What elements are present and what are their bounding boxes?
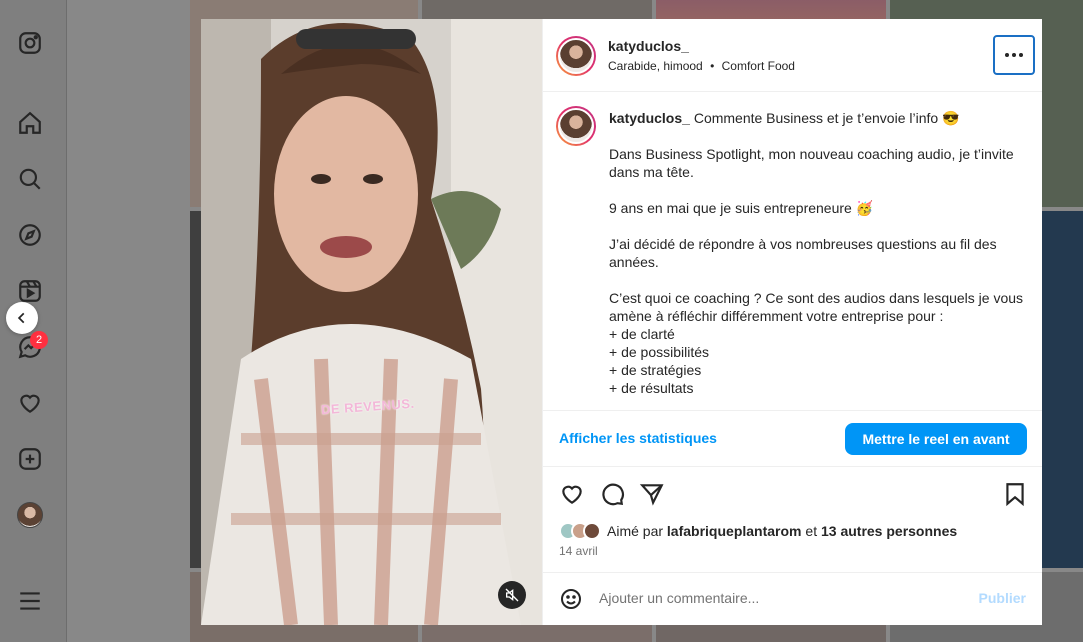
muted-speaker-icon [505, 588, 519, 602]
create-icon[interactable] [16, 445, 44, 473]
caption-author-avatar[interactable] [556, 106, 596, 146]
liked-and: et [805, 523, 818, 539]
instagram-logo-icon[interactable] [16, 29, 44, 57]
explore-icon[interactable] [16, 221, 44, 249]
message-count-badge: 2 [30, 331, 48, 349]
post-header: katyduclos_ Carabide, himood • Comfort F… [543, 19, 1042, 92]
post-date[interactable]: 14 avril [559, 544, 598, 558]
search-icon[interactable] [16, 165, 44, 193]
liked-prefix: Aimé par [607, 523, 664, 539]
post-details-panel: katyduclos_ Carabide, himood • Comfort F… [542, 19, 1042, 625]
heart-icon[interactable] [16, 389, 44, 417]
post-modal: DE REVENUS. katyduclos_ Carabide, himood… [201, 19, 1042, 625]
caption-username[interactable]: katyduclos_ [609, 110, 690, 126]
comment-icon[interactable] [599, 481, 625, 507]
caption-paragraph: C’est quoi ce coaching ? Ce sont des aud… [609, 290, 1024, 324]
previous-post-button[interactable] [6, 302, 38, 334]
liked-user[interactable]: lafabriqueplantarom [667, 523, 802, 539]
caption-bullet: + de stratégies [609, 362, 702, 378]
menu-icon[interactable] [16, 587, 44, 615]
liked-others[interactable]: 13 autres personnes [821, 523, 957, 539]
profile-avatar[interactable] [17, 502, 43, 528]
caption-paragraph: 9 ans en mai que je suis entrepreneure 🥳 [609, 200, 874, 216]
audio-track[interactable]: Comfort Food [722, 59, 795, 73]
publish-button[interactable]: Publier [979, 590, 1026, 606]
like-heart-icon[interactable] [559, 481, 585, 507]
chevron-left-icon [17, 312, 25, 324]
liker-avatar [583, 522, 601, 540]
caption-first-line: Commente Business et je t’envoie l’info … [693, 110, 960, 126]
mute-button[interactable] [498, 581, 526, 609]
author-avatar[interactable] [556, 36, 596, 76]
home-icon[interactable] [16, 109, 44, 137]
caption-bullet: + de résultats [609, 380, 694, 396]
caption-bullet: + de possibilités [609, 344, 710, 360]
action-bar: Aimé par lafabriqueplantarom et 13 autre… [543, 467, 1042, 573]
emoji-icon[interactable] [559, 587, 583, 611]
view-insights-link[interactable]: Afficher les statistiques [559, 430, 717, 446]
share-icon[interactable] [639, 481, 665, 507]
reel-video[interactable]: DE REVENUS. [201, 19, 542, 625]
save-bookmark-icon[interactable] [1002, 481, 1028, 507]
reels-icon[interactable] [16, 277, 44, 305]
more-options-button[interactable] [993, 35, 1035, 75]
caption-paragraph: J’ai décidé de répondre à vos nombreuses… [609, 236, 997, 270]
video-frame-image [201, 19, 542, 625]
insights-bar: Afficher les statistiques Mettre le reel… [543, 410, 1042, 467]
boost-reel-button[interactable]: Mettre le reel en avant [845, 423, 1027, 455]
caption-bullet: + de clarté [609, 326, 675, 342]
audio-artist[interactable]: Carabide, himood [608, 59, 703, 73]
audio-separator: • [710, 59, 715, 73]
comment-input[interactable]: Ajouter un commentaire... [599, 590, 759, 606]
audio-info: Carabide, himood • Comfort Food [608, 59, 795, 73]
post-caption: katyduclos_ Commente Business et je t’en… [543, 92, 1042, 410]
likes-summary: Aimé par lafabriqueplantarom et 13 autre… [559, 522, 957, 540]
caption-text: katyduclos_ Commente Business et je t’en… [609, 109, 1029, 397]
author-username[interactable]: katyduclos_ [608, 38, 689, 54]
comment-bar: Ajouter un commentaire... Publier [543, 573, 1042, 625]
caption-paragraph: Dans Business Spotlight, mon nouveau coa… [609, 146, 1014, 180]
